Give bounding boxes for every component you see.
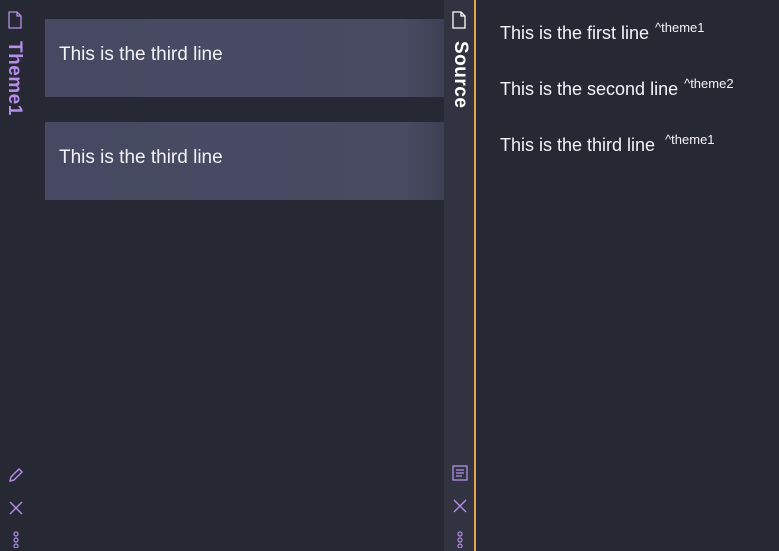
right-pane-title[interactable]: Source <box>450 41 471 108</box>
left-pane-title[interactable]: Theme1 <box>4 41 25 116</box>
source-line-text: This is the first line <box>500 23 650 43</box>
block-reference: ^theme2 <box>684 76 734 91</box>
close-icon[interactable] <box>451 497 469 515</box>
pencil-icon[interactable] <box>7 466 25 484</box>
more-vertical-icon[interactable] <box>7 530 25 548</box>
close-icon[interactable] <box>7 499 25 517</box>
source-line[interactable]: This is the second line ^theme2 <box>500 76 734 100</box>
file-icon[interactable] <box>452 11 466 29</box>
source-line-text: This is the third line <box>500 135 656 155</box>
block-reference: ^theme1 <box>655 20 705 35</box>
document-lines-icon[interactable] <box>451 464 469 482</box>
source-editor[interactable]: This is the first line ^theme1 This is th… <box>476 0 779 551</box>
embed-card-text: This is the third line <box>59 44 223 65</box>
source-line-text: This is the second line <box>500 79 679 99</box>
more-vertical-icon[interactable] <box>451 530 469 548</box>
block-reference: ^theme1 <box>665 132 715 147</box>
embed-card-text: This is the third line <box>59 147 223 168</box>
left-pane: Theme1 This is the third line This is th… <box>0 0 444 551</box>
source-line[interactable]: This is the third line ^theme1 <box>500 132 715 156</box>
app-window: Theme1 This is the third line This is th… <box>0 0 779 551</box>
embed-card[interactable]: This is the third line <box>45 122 444 200</box>
source-line[interactable]: This is the first line ^theme1 <box>500 20 705 44</box>
embed-card[interactable]: This is the third line <box>45 19 444 97</box>
file-icon[interactable] <box>8 11 22 29</box>
